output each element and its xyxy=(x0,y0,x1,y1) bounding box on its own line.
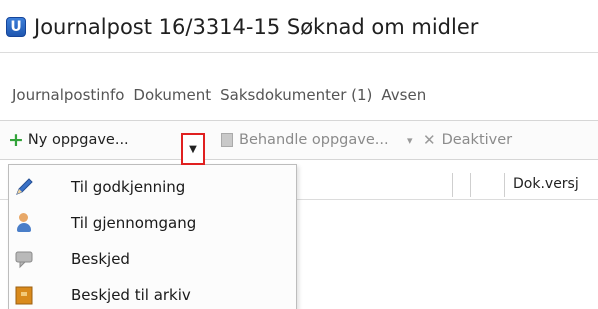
archive-icon xyxy=(12,283,36,307)
tab-bar: Journalpostinfo Dokument Saksdokumenter … xyxy=(0,52,598,120)
chevron-down-icon: ▼ xyxy=(189,143,197,155)
column-divider[interactable] xyxy=(470,173,471,197)
window-title: Journalpost 16/3314-15 Søknad om midler xyxy=(34,15,479,39)
column-header-doc-version[interactable]: Dok.versj xyxy=(513,176,579,192)
tab-dokument[interactable]: Dokument xyxy=(133,86,211,104)
menu-item-label: Til godkjenning xyxy=(71,178,186,196)
tab-saksdokumenter[interactable]: Saksdokumenter (1) xyxy=(220,86,372,104)
journalpost-window: U Journalpost 16/3314-15 Søknad om midle… xyxy=(0,0,598,309)
menu-item-til-godkjenning[interactable]: Til godkjenning xyxy=(9,169,296,205)
menu-item-label: Til gjennomgang xyxy=(71,214,197,232)
menu-item-beskjed-til-arkiv[interactable]: Beskjed til arkiv xyxy=(9,277,296,309)
plus-icon: + xyxy=(8,128,24,151)
process-task-button[interactable]: Behandle oppgave... xyxy=(221,121,389,159)
pencil-icon xyxy=(12,175,36,199)
column-divider[interactable] xyxy=(452,173,453,197)
document-icon xyxy=(221,133,233,147)
menu-item-beskjed[interactable]: Beskjed xyxy=(9,241,296,277)
person-icon xyxy=(12,211,36,235)
deactivate-label: Deaktiver xyxy=(441,132,513,148)
deactivate-button[interactable]: ✕ Deaktiver xyxy=(423,121,512,159)
x-icon: ✕ xyxy=(423,131,436,149)
process-task-label: Behandle oppgave... xyxy=(239,132,389,148)
process-dropdown-arrow-icon[interactable]: ▾ xyxy=(407,121,413,159)
toolbar: + Ny oppgave... Behandle oppgave... ▾ ✕ … xyxy=(0,120,598,160)
column-divider[interactable] xyxy=(504,173,505,197)
new-task-dropdown-arrow-button[interactable]: ▼ xyxy=(181,133,205,165)
menu-item-til-gjennomgang[interactable]: Til gjennomgang xyxy=(9,205,296,241)
menu-item-label: Beskjed til arkiv xyxy=(71,286,191,304)
menu-item-label: Beskjed xyxy=(71,250,130,268)
speech-bubble-icon xyxy=(12,247,36,271)
title-bar: U Journalpost 16/3314-15 Søknad om midle… xyxy=(6,12,478,42)
tab-avsender[interactable]: Avsen xyxy=(381,86,426,104)
new-task-button[interactable]: + Ny oppgave... xyxy=(8,121,129,159)
app-icon: U xyxy=(6,17,26,37)
new-task-label: Ny oppgave... xyxy=(27,132,129,148)
new-task-dropdown-menu: Til godkjenning Til gjennomgang Beskjed xyxy=(8,164,297,309)
tab-journalpostinfo[interactable]: Journalpostinfo xyxy=(12,86,124,104)
